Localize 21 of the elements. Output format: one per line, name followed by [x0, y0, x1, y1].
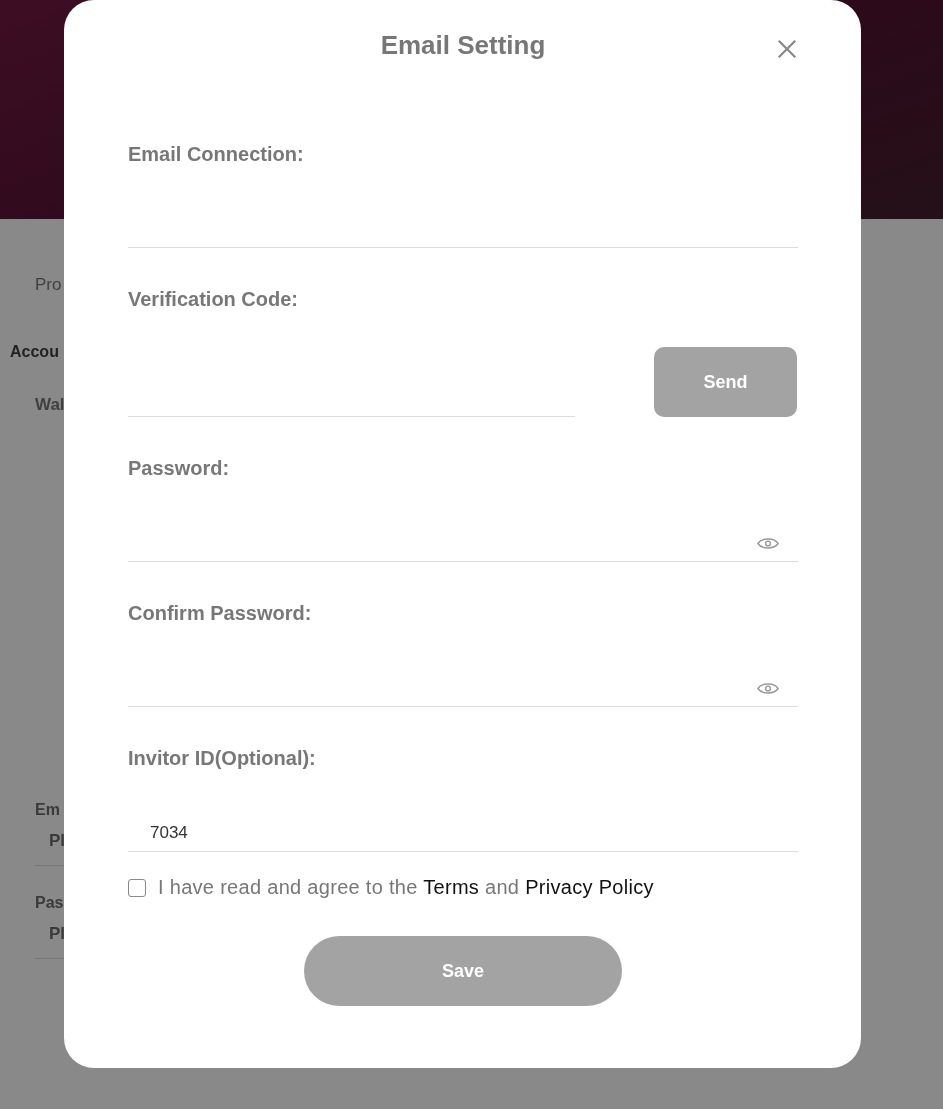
eye-icon[interactable]: [757, 535, 779, 551]
menu-item[interactable]: Wal: [35, 395, 65, 415]
field-label: Verification Code:: [128, 288, 300, 311]
field-label: Confirm Password:: [128, 602, 313, 625]
policy-link[interactable]: Terms: [423, 876, 480, 898]
field-label: Password:: [128, 457, 231, 480]
agreement-text: I have read and agree to the Terms and Privacy Policy: [158, 876, 654, 899]
input-field[interactable]: 7034: [128, 815, 798, 852]
section-title: Accou: [10, 343, 59, 361]
save-button[interactable]: Save: [304, 936, 622, 1006]
field-label: Invitor ID(Optional):: [128, 747, 317, 770]
field-label: Email Connection:: [128, 143, 305, 166]
field-label: Pas: [35, 894, 64, 912]
field-label: Em: [35, 801, 60, 819]
policy-link[interactable]: Privacy Policy: [525, 876, 654, 898]
send-button[interactable]: Send: [654, 347, 797, 417]
profile-tab[interactable]: Pro: [35, 275, 62, 295]
eye-icon[interactable]: [757, 680, 779, 696]
checkbox[interactable]: [128, 878, 146, 897]
close-icon[interactable]: [776, 38, 798, 60]
dialog-title: Email Setting: [380, 30, 546, 61]
